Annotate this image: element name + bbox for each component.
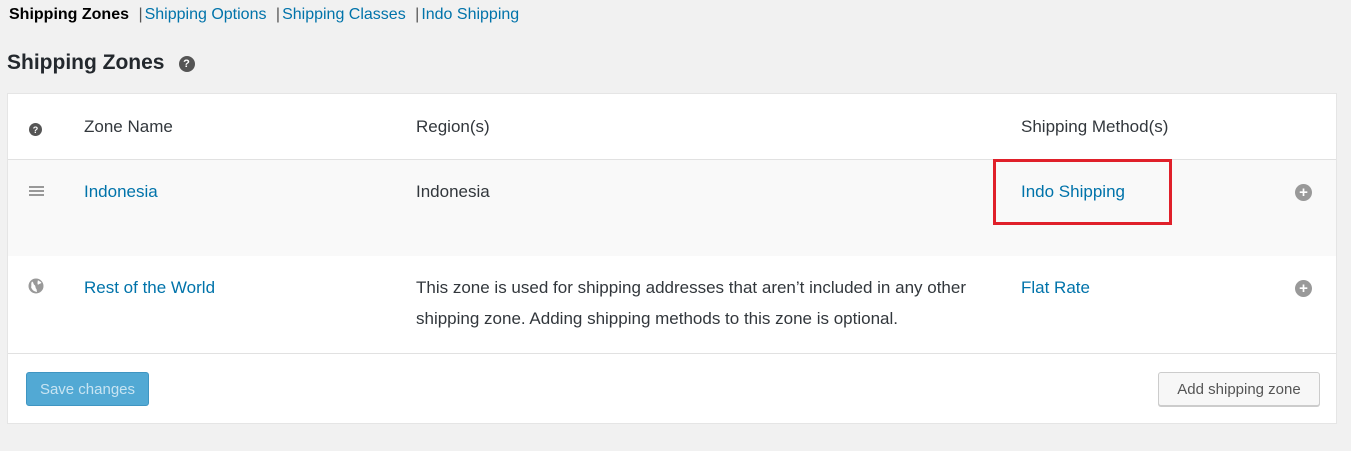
drag-handle-icon[interactable] bbox=[29, 186, 44, 196]
subnav-separator: | bbox=[138, 6, 143, 23]
shipping-zones-panel: ? Zone Name Region(s) Shipping Method(s)… bbox=[7, 93, 1337, 424]
add-method-plus-icon[interactable]: + bbox=[1295, 280, 1312, 297]
header-regions: Region(s) bbox=[416, 117, 490, 136]
table-row: Indonesia Indonesia Indo Shipping + bbox=[8, 159, 1336, 256]
subnav-shipping-classes[interactable]: Shipping Classes bbox=[282, 6, 406, 23]
add-shipping-zone-button[interactable]: Add shipping zone bbox=[1158, 372, 1320, 406]
globe-icon bbox=[28, 278, 44, 294]
table-header: ? Zone Name Region(s) Shipping Method(s) bbox=[8, 94, 1336, 160]
table-row: Rest of the World This zone is used for … bbox=[8, 256, 1336, 354]
subnav-separator: | bbox=[275, 6, 281, 23]
subnav-indo-shipping[interactable]: Indo Shipping bbox=[421, 6, 519, 23]
page-title: Shipping Zones bbox=[7, 51, 165, 74]
subnav-separator: | bbox=[415, 6, 420, 23]
header-zone-name: Zone Name bbox=[84, 117, 173, 136]
question-circle-icon[interactable]: ? bbox=[29, 123, 42, 136]
shipping-method-link[interactable]: Flat Rate bbox=[1021, 276, 1090, 300]
save-changes-button[interactable]: Save changes bbox=[26, 372, 149, 406]
highlight-box bbox=[993, 159, 1172, 225]
zone-name-link[interactable]: Indonesia bbox=[84, 180, 158, 204]
zone-name-link[interactable]: Rest of the World bbox=[84, 276, 215, 300]
add-method-plus-icon[interactable]: + bbox=[1295, 184, 1312, 201]
zone-region-description: This zone is used for shipping addresses… bbox=[416, 278, 966, 328]
shipping-subnav: Shipping Zones | Shipping Options | Shippi… bbox=[9, 5, 519, 25]
header-shipping-methods: Shipping Method(s) bbox=[1021, 117, 1169, 136]
subnav-shipping-zones[interactable]: Shipping Zones bbox=[9, 6, 129, 23]
question-circle-icon[interactable]: ? bbox=[178, 56, 195, 72]
subnav-shipping-options[interactable]: Shipping Options bbox=[145, 6, 267, 23]
zone-region: Indonesia bbox=[416, 182, 490, 201]
page-title-row: Shipping Zones ? bbox=[7, 49, 195, 77]
